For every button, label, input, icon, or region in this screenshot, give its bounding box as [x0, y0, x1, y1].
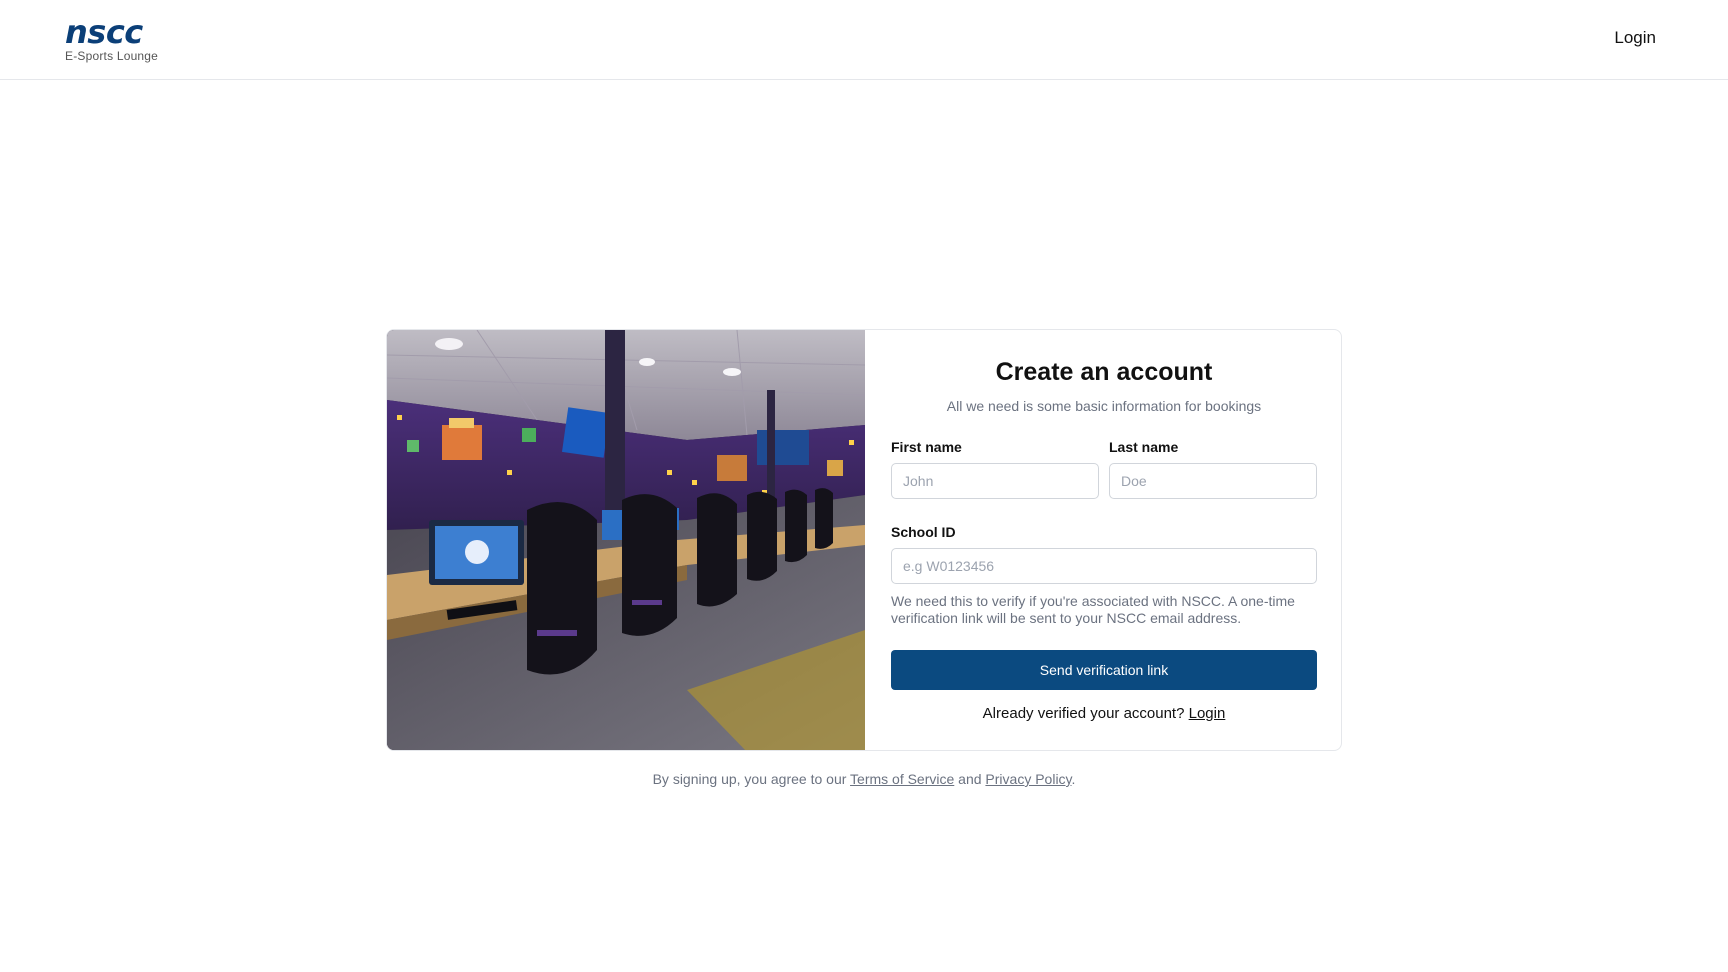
school-id-field[interactable] — [891, 548, 1317, 584]
last-name-label: Last name — [1109, 439, 1179, 455]
header-login-link[interactable]: Login — [1614, 28, 1656, 48]
signup-card: Create an account All we need is some ba… — [386, 329, 1342, 751]
already-verified-label: Already verified your account? — [982, 705, 1185, 722]
last-name-field[interactable] — [1109, 463, 1317, 499]
esports-lounge-photo — [387, 330, 865, 750]
signup-form: Create an account All we need is some ba… — [865, 330, 1341, 750]
legal-footer: By signing up, you agree to our Terms of… — [0, 771, 1728, 787]
send-verification-button[interactable]: Send verification link — [891, 650, 1317, 690]
nscc-logo[interactable]: nscc E-Sports Lounge — [65, 13, 175, 63]
form-title: Create an account — [995, 358, 1213, 386]
form-subtitle: All we need is some basic information fo… — [946, 398, 1262, 414]
school-id-label: School ID — [891, 524, 956, 540]
footer-and: and — [958, 771, 982, 787]
logo-mark: nscc — [65, 13, 143, 51]
form-login-link[interactable]: Login — [1189, 705, 1226, 722]
privacy-policy-link[interactable]: Privacy Policy — [985, 771, 1071, 787]
first-name-label: First name — [891, 439, 962, 455]
top-header: nscc E-Sports Lounge Login — [0, 0, 1728, 80]
terms-of-service-link[interactable]: Terms of Service — [850, 771, 954, 787]
footer-prefix: By signing up, you agree to our — [652, 771, 847, 787]
already-verified-text: Already verified your account? Login — [865, 705, 1341, 722]
first-name-field[interactable] — [891, 463, 1099, 499]
logo-subtitle: E-Sports Lounge — [65, 49, 159, 63]
school-id-hint: We need this to verify if you're associa… — [891, 593, 1295, 626]
footer-suffix: . — [1071, 771, 1076, 787]
